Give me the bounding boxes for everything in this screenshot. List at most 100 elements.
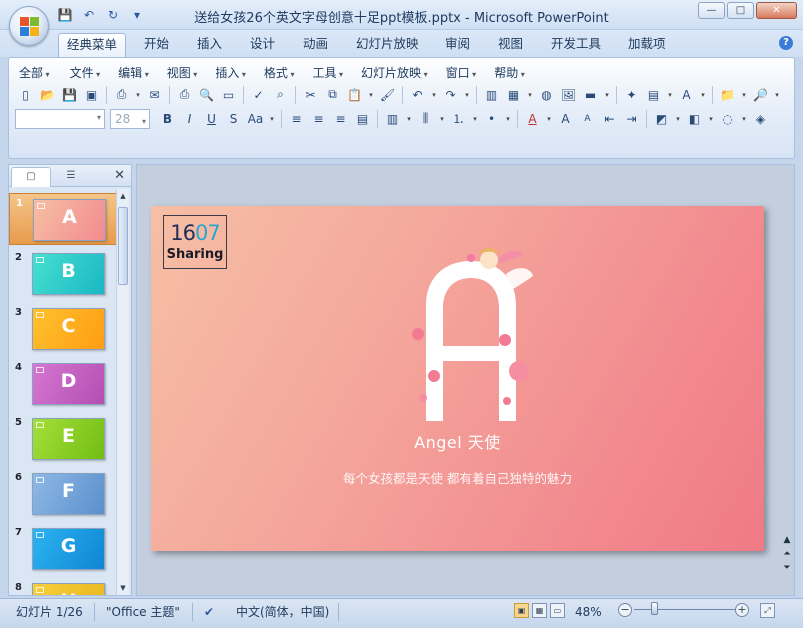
insert-table-icon[interactable]: ▦: [503, 84, 524, 105]
tab-developer[interactable]: 开发工具: [543, 33, 609, 57]
copy-icon[interactable]: ⧉: [322, 84, 343, 105]
dropdown-arrow-icon[interactable]: ▾: [437, 108, 447, 129]
slide-thumbnail-7[interactable]: 7 G: [9, 523, 117, 575]
dropdown-arrow-icon[interactable]: ▾: [267, 108, 277, 129]
dropdown-arrow-icon[interactable]: ▾: [404, 108, 414, 129]
dropdown-arrow-icon[interactable]: ▾: [133, 84, 143, 105]
current-slide[interactable]: 1607 Sharing Angel 天使 每个女孩都是天使 都有着自己独特的魅…: [151, 206, 764, 551]
menu-window[interactable]: 窗口: [446, 64, 489, 81]
spelling-icon[interactable]: ✓: [248, 84, 269, 105]
spell-check-icon[interactable]: ✔: [204, 602, 214, 622]
normal-view-icon[interactable]: ▭: [218, 84, 239, 105]
change-case-icon[interactable]: Aa: [245, 108, 266, 129]
tab-addins[interactable]: 加载项: [620, 33, 674, 57]
undo-icon[interactable]: ↶: [407, 84, 428, 105]
zoom-in-button[interactable]: +: [735, 603, 749, 617]
dropdown-arrow-icon[interactable]: ▾: [525, 84, 535, 105]
dropdown-arrow-icon[interactable]: ▾: [544, 108, 554, 129]
bold-icon[interactable]: B: [157, 108, 178, 129]
menu-edit[interactable]: 编辑: [118, 64, 161, 81]
scroll-down-icon[interactable]: ▼: [117, 581, 129, 595]
slide-thumbnail-4[interactable]: 4 D: [9, 358, 117, 410]
scrollbar-thumb[interactable]: [118, 207, 128, 285]
research-icon[interactable]: ⌕: [270, 84, 291, 105]
tab-outline[interactable]: ☰: [51, 167, 91, 187]
slideshow-view-button[interactable]: ▭: [550, 603, 565, 618]
align-center-icon[interactable]: ≡: [308, 108, 329, 129]
insert-picture-icon[interactable]: 🖼: [558, 84, 579, 105]
dropdown-arrow-icon[interactable]: ▾: [772, 84, 782, 105]
tab-design[interactable]: 设计: [242, 33, 283, 57]
zoom-slider-track[interactable]: [634, 609, 738, 610]
slide-thumbnail-3[interactable]: 3 C: [9, 303, 117, 355]
arrange-icon[interactable]: ◧: [684, 108, 705, 129]
menu-slideshow[interactable]: 幻灯片放映: [361, 64, 440, 81]
columns-icon[interactable]: ▥: [382, 108, 403, 129]
new-slide-icon[interactable]: ✦: [621, 84, 642, 105]
slide-thumbnail-1[interactable]: 1 A: [9, 193, 117, 245]
dropdown-arrow-icon[interactable]: ▾: [673, 108, 683, 129]
format-painter-icon[interactable]: 🖌: [377, 84, 398, 105]
menu-all[interactable]: 全部: [19, 64, 62, 81]
cut-icon[interactable]: ✂: [300, 84, 321, 105]
minimize-button[interactable]: —: [698, 2, 725, 19]
tab-home[interactable]: 开始: [136, 33, 177, 57]
align-left-icon[interactable]: ≡: [286, 108, 307, 129]
italic-icon[interactable]: I: [179, 108, 200, 129]
permission-icon[interactable]: ▣: [81, 84, 102, 105]
menu-insert[interactable]: 插入: [215, 64, 258, 81]
close-panel-icon[interactable]: ✕: [114, 168, 125, 183]
slide-subtitle[interactable]: 每个女孩都是天使 都有着自己独特的魅力: [151, 468, 764, 487]
tab-review[interactable]: 审阅: [437, 33, 478, 57]
font-size-select[interactable]: 28: [110, 108, 150, 131]
previous-slide-icon[interactable]: ⏶: [780, 549, 794, 563]
normal-view-button[interactable]: ▣: [514, 603, 529, 618]
fit-to-window-button[interactable]: ⤢: [760, 603, 775, 618]
tab-classic-menu[interactable]: 经典菜单: [58, 33, 127, 57]
numbering-icon[interactable]: ⒈: [448, 108, 469, 129]
dropdown-arrow-icon[interactable]: ▾: [366, 84, 376, 105]
font-color-icon[interactable]: A: [522, 108, 543, 129]
dropdown-arrow-icon[interactable]: ▾: [739, 84, 749, 105]
slide-title[interactable]: Angel 天使: [151, 429, 764, 453]
redo-icon[interactable]: ↷: [440, 84, 461, 105]
email-icon[interactable]: ✉: [144, 84, 165, 105]
align-right-icon[interactable]: ≡: [330, 108, 351, 129]
new-document-icon[interactable]: ▯: [15, 84, 36, 105]
maximize-button[interactable]: □: [727, 2, 754, 19]
dropdown-arrow-icon[interactable]: ▾: [462, 84, 472, 105]
dropdown-arrow-icon[interactable]: ▾: [698, 84, 708, 105]
tab-slideshow[interactable]: 幻灯片放映: [348, 33, 427, 57]
clipart-icon[interactable]: ◍: [536, 84, 557, 105]
shapes-icon[interactable]: ◩: [651, 108, 672, 129]
justify-icon[interactable]: ▤: [352, 108, 373, 129]
color-grayscale-icon[interactable]: ▬: [580, 84, 601, 105]
office-button[interactable]: [9, 6, 49, 46]
paste-icon[interactable]: 📋: [344, 84, 365, 105]
tab-view[interactable]: 视图: [490, 33, 531, 57]
export-pdf-icon[interactable]: ⎙: [111, 84, 132, 105]
text-box-icon[interactable]: A: [676, 84, 697, 105]
bullets-icon[interactable]: •: [481, 108, 502, 129]
open-folder-icon[interactable]: 📂: [37, 84, 58, 105]
save-icon[interactable]: 💾: [59, 84, 80, 105]
zoom-level[interactable]: 48%: [575, 602, 602, 622]
quick-styles-icon[interactable]: ◌: [717, 108, 738, 129]
layout-icon[interactable]: ▤: [643, 84, 664, 105]
shadow-icon[interactable]: S: [223, 108, 244, 129]
shrink-font-icon[interactable]: A: [577, 108, 598, 129]
dropdown-arrow-icon[interactable]: ▾: [602, 84, 612, 105]
text-direction-icon[interactable]: ⫼: [415, 108, 436, 129]
dropdown-arrow-icon[interactable]: ▾: [739, 108, 749, 129]
menu-file[interactable]: 文件: [70, 64, 113, 81]
dropdown-arrow-icon[interactable]: ▾: [470, 108, 480, 129]
language-indicator[interactable]: 中文(简体，中国): [236, 602, 329, 622]
grow-font-icon[interactable]: A: [555, 108, 576, 129]
dropdown-arrow-icon[interactable]: ▾: [429, 84, 439, 105]
insert-chart-icon[interactable]: ▥: [481, 84, 502, 105]
shape-fill-icon[interactable]: ◈: [750, 108, 771, 129]
tab-insert[interactable]: 插入: [189, 33, 230, 57]
menu-view[interactable]: 视图: [167, 64, 210, 81]
dropdown-arrow-icon[interactable]: ▾: [503, 108, 513, 129]
slide-thumbnail-2[interactable]: 2 B: [9, 248, 117, 300]
